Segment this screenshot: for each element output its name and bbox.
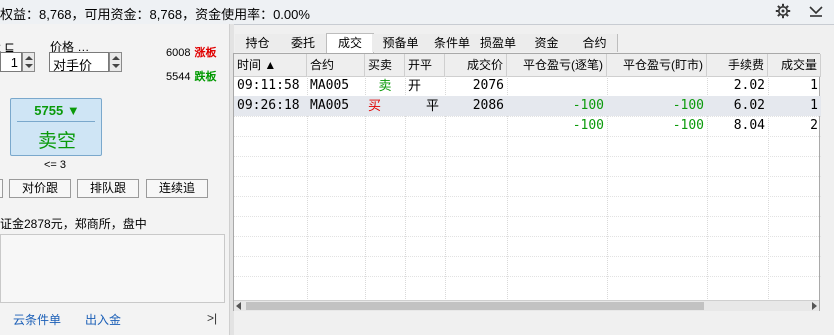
cell-pnl-market [607,76,707,96]
limit-down-label: 跌板 [194,71,217,83]
scroll-right-icon[interactable] [812,302,817,310]
cell-open-close: 开 [408,78,422,93]
price-type-select[interactable]: 对手价 [49,52,109,73]
col-pnl-trade[interactable]: 平仓盈亏(逐笔) [507,54,607,76]
max-qty: <= 3 [44,159,67,171]
cell-pnl-market: -100 [672,98,704,113]
grid-line [234,236,821,237]
order-panel: 量 ⊑ 价格 … 1 对手价 6008涨板 5544跌板 5755 ▼ 卖空 <… [0,24,229,335]
queue-follow-button[interactable]: 排队跟 [77,179,139,198]
col-qty[interactable]: 成交量 [768,54,821,76]
price-type-value: 对手价 [53,58,93,73]
cell-fee: 2.02 [733,78,765,93]
cell-price: 2086 [472,98,504,113]
col-side[interactable]: 买卖 [365,54,405,76]
cell-open-close: 平 [425,98,439,113]
price-stepper[interactable] [109,52,122,72]
cell-qty: 1 [810,78,818,93]
cell-time: 09:11:58 [237,78,300,93]
total-pnl-trade: -100 [572,118,604,133]
total-qty: 2 [810,118,818,133]
margin-info: 证金2878元，郑商所，盘中 [0,217,147,231]
cell-price: 2076 [472,78,504,93]
stepper-down-icon[interactable] [25,64,33,68]
partial-button[interactable] [0,179,3,198]
table-total-row: -100 -100 8.04 2 [234,116,821,136]
cell-qty: 1 [810,98,818,113]
trades-table: 时间 ▲ 合约 买卖 开平 成交价 平仓盈亏(逐笔) 平仓盈亏(盯市) 手续费 … [233,53,821,311]
account-summary-text: 权益：8,768，可用资金：8,768，资金使用率：0.00% [0,7,310,22]
limit-up-price: 6008 [166,47,191,59]
grid-line [234,276,821,277]
cell-contract: MA005 [310,98,350,113]
cell-pnl-trade [507,76,607,96]
stepper-up-icon[interactable] [112,56,120,60]
tab-orders[interactable]: 委托 [280,34,327,52]
sell-short-button[interactable]: 5755 ▼ 卖空 [10,98,102,156]
grid-line [234,176,821,177]
cloud-condition-order-link[interactable]: 云条件单 [13,311,61,328]
table-row[interactable]: 09:26:18 MA005 买 平 2086 -100 -100 6.02 1 [234,96,821,116]
continuous-chase-button[interactable]: 连续追 [146,179,208,198]
cell-side: 买 [368,98,382,113]
tab-prepared-orders[interactable]: 预备单 [372,34,430,52]
message-panel [0,234,225,303]
cell-fee: 6.02 [733,98,765,113]
grid-line [234,196,821,197]
tab-conditional-orders[interactable]: 条件单 [429,34,476,52]
limit-up: 6008 涨板 [166,44,216,60]
divider [17,121,95,122]
cell-side: 卖 [378,78,392,93]
qty-value: 1 [10,55,18,70]
col-price[interactable]: 成交价 [445,54,507,76]
cell-contract: MA005 [310,78,350,93]
cell-time: 09:26:18 [237,98,300,113]
opponent-price-follow-button[interactable]: 对价跟 [9,179,71,198]
horizontal-scrollbar[interactable] [234,300,819,311]
grid-line [234,136,821,137]
sell-short-label: 卖空 [37,131,76,152]
scroll-thumb[interactable] [246,302,704,310]
total-fee: 8.04 [733,118,765,133]
cell-pnl-trade: -100 [572,98,604,113]
tab-contracts[interactable]: 合约 [572,34,618,52]
qty-input[interactable]: 1 [0,52,22,72]
grid-line [234,156,821,157]
grid-line [234,216,821,217]
col-fee[interactable]: 手续费 [707,54,768,76]
tab-funds[interactable]: 资金 [521,34,573,52]
tab-stop-profit-orders[interactable]: 损盈单 [475,34,522,52]
limit-down-price: 5544 [166,71,191,83]
qty-stepper[interactable] [22,52,35,72]
stepper-up-icon[interactable] [25,56,33,60]
table-header: 时间 ▲ 合约 买卖 开平 成交价 平仓盈亏(逐笔) 平仓盈亏(盯市) 手续费 … [234,54,821,77]
col-open-close[interactable]: 开平 [405,54,445,76]
tab-trades[interactable]: 成交 [326,33,374,53]
total-pnl-market: -100 [672,118,704,133]
col-contract[interactable]: 合约 [307,54,365,76]
table-row[interactable]: 09:11:58 MA005 卖 开 2076 2.02 1 [234,76,821,96]
last-page-icon[interactable]: >| [207,311,217,325]
grid-line [234,256,821,257]
account-summary-bar: 权益：8,768，可用资金：8,768，资金使用率：0.00% [0,0,834,25]
col-time[interactable]: 时间 ▲ [234,54,307,76]
tab-positions[interactable]: 持仓 [235,34,281,52]
collapse-chevron-icon[interactable] [808,3,824,19]
scroll-left-icon[interactable] [236,302,241,310]
limit-up-label: 涨板 [194,47,217,59]
gear-icon[interactable] [775,3,791,19]
sell-price: 5755 ▼ [34,103,80,118]
col-pnl-market[interactable]: 平仓盈亏(盯市) [607,54,707,76]
stepper-down-icon[interactable] [112,64,120,68]
limit-down: 5544 跌板 [166,68,216,84]
deposit-withdraw-link[interactable]: 出入金 [85,311,121,328]
